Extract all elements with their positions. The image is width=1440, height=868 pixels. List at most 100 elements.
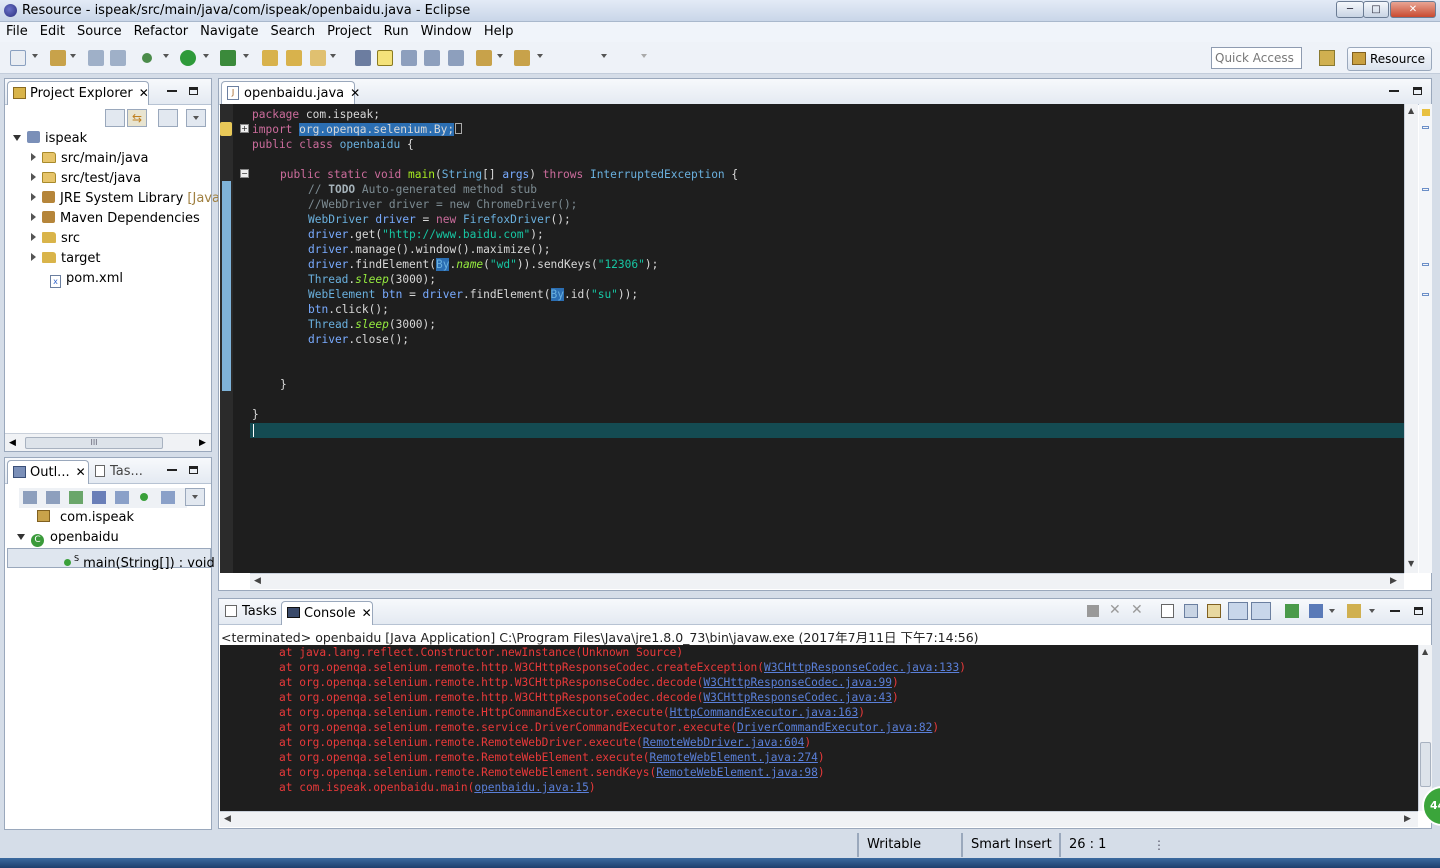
collapse-all-icon[interactable] (105, 109, 125, 127)
view-menu-icon[interactable] (185, 488, 205, 506)
search-dropdown-icon[interactable] (330, 54, 336, 58)
close-icon[interactable]: ✕ (139, 86, 149, 100)
expanded-icon[interactable] (13, 135, 21, 141)
expanded-icon[interactable] (17, 534, 25, 540)
tree-item-project[interactable]: ispeak (13, 129, 87, 149)
stack-trace-link[interactable]: openbaidu.java:15 (474, 781, 589, 794)
scroll-down-icon[interactable]: ▼ (1408, 559, 1414, 568)
occurrence-marker[interactable] (1422, 126, 1429, 129)
scroll-lock-icon[interactable] (1184, 604, 1198, 618)
next-annotation-dropdown-icon[interactable] (497, 54, 503, 58)
new-project-dropdown-icon[interactable] (70, 54, 76, 58)
show-whitespace-icon[interactable] (424, 50, 440, 66)
occurrence-marker[interactable] (1422, 188, 1429, 191)
outline-item-package[interactable]: com.ispeak (37, 508, 134, 528)
open-console-icon[interactable] (1347, 604, 1361, 618)
scroll-left-icon[interactable]: ◀ (254, 576, 261, 586)
console-hscrollbar[interactable]: ◀ ▶ (220, 811, 1418, 827)
minimize-button[interactable]: ─ (1336, 1, 1364, 18)
collapse-all-icon[interactable] (23, 491, 37, 504)
minimize-icon[interactable] (1390, 610, 1400, 612)
save-all-icon[interactable] (110, 50, 126, 66)
view-menu-icon[interactable] (186, 109, 206, 127)
tab-console[interactable]: Console ✕ (281, 601, 373, 625)
tree-item-src-test-java[interactable]: src/test/java (31, 169, 141, 189)
remove-launch-icon[interactable]: ✕ (1109, 602, 1121, 618)
link-with-editor-icon[interactable]: ⇆ (127, 109, 147, 127)
stack-trace-link[interactable]: W3CHttpResponseCodec.java:133 (764, 661, 959, 674)
maximize-icon[interactable] (189, 87, 198, 95)
scroll-right-icon[interactable]: ▶ (1390, 576, 1397, 586)
new-dropdown-icon[interactable] (32, 54, 38, 58)
mark-occurrences-icon[interactable] (377, 50, 393, 66)
editor-vscrollbar[interactable]: ▲ ▼ (1404, 104, 1418, 573)
scroll-up-icon[interactable]: ▲ (1422, 647, 1428, 656)
warning-lightbulb-icon[interactable] (220, 122, 232, 136)
prev-annotation-icon[interactable] (514, 50, 530, 66)
collapse-fold-icon[interactable]: − (240, 169, 249, 178)
debug-icon[interactable] (142, 53, 152, 63)
scroll-thumb[interactable] (1420, 742, 1431, 787)
close-icon[interactable]: ✕ (76, 465, 86, 479)
occurrence-marker[interactable] (1422, 263, 1429, 266)
scroll-left-icon[interactable]: ◀ (9, 438, 16, 448)
collapsed-icon[interactable] (31, 253, 36, 261)
forward-dropdown-icon[interactable] (641, 54, 647, 58)
menu-file[interactable]: File (0, 22, 34, 42)
resource-perspective-button[interactable]: Resource (1347, 47, 1432, 71)
tree-item-jre-library[interactable]: JRE System Library [Java (31, 189, 220, 209)
stack-trace-link[interactable]: DriverCommandExecutor.java:82 (737, 721, 932, 734)
next-annotation-icon[interactable] (476, 50, 492, 66)
remove-all-launches-icon[interactable]: ✕ (1131, 602, 1143, 618)
close-icon[interactable]: ✕ (362, 606, 372, 620)
outline-item-class[interactable]: Copenbaidu (17, 528, 119, 548)
hide-static-icon[interactable] (92, 491, 106, 504)
collapsed-icon[interactable] (31, 193, 36, 201)
open-perspective-icon[interactable] (1319, 50, 1335, 66)
occurrence-marker[interactable] (1422, 293, 1429, 296)
editor-hscrollbar[interactable]: ◀ ▶ (250, 573, 1404, 589)
pin-console-icon[interactable] (1285, 604, 1299, 618)
scroll-left-icon[interactable]: ◀ (224, 814, 231, 824)
menu-navigate[interactable]: Navigate (194, 22, 264, 42)
tree-item-target[interactable]: target (31, 249, 101, 269)
menu-run[interactable]: Run (378, 22, 415, 42)
outline-item-method-selected[interactable]: Smain(String[]) : void (7, 548, 215, 571)
scroll-thumb[interactable]: III (25, 437, 163, 449)
scroll-right-icon[interactable]: ▶ (1404, 814, 1411, 824)
new-project-icon[interactable] (50, 50, 66, 66)
hide-fields-icon[interactable] (69, 491, 83, 504)
expand-fold-icon[interactable]: + (240, 124, 249, 133)
run-dropdown-icon[interactable] (203, 54, 209, 58)
stack-trace-link[interactable]: W3CHttpResponseCodec.java:99 (703, 676, 892, 689)
console-vscrollbar[interactable]: ▲ (1418, 645, 1432, 811)
menu-edit[interactable]: Edit (34, 22, 71, 42)
back-dropdown-icon[interactable] (601, 54, 607, 58)
display-console-dropdown-icon[interactable] (1329, 609, 1335, 613)
tree-item-src-main-java[interactable]: src/main/java (31, 149, 148, 169)
stack-trace-link[interactable]: HttpCommandExecutor.java:163 (670, 706, 859, 719)
minimize-icon[interactable] (1389, 90, 1399, 92)
maximize-icon[interactable] (1413, 87, 1422, 95)
debug-dropdown-icon[interactable] (163, 54, 169, 58)
tree-item-pom[interactable]: x pom.xml (50, 269, 123, 289)
maximize-button[interactable]: □ (1363, 1, 1389, 18)
search-tool-icon[interactable] (310, 50, 326, 66)
tab-tasks[interactable]: Tasks (225, 604, 277, 619)
minimize-icon[interactable] (167, 469, 177, 471)
tab-tasks-mini[interactable]: Tas... (95, 464, 143, 479)
stack-trace-link[interactable]: W3CHttpResponseCodec.java:43 (703, 691, 892, 704)
pilcrow-icon[interactable] (448, 50, 464, 66)
show-on-stderr-icon[interactable] (1251, 602, 1271, 620)
maximize-icon[interactable] (1414, 607, 1423, 615)
close-button[interactable]: ✕ (1390, 1, 1436, 18)
tab-project-explorer[interactable]: Project Explorer ✕ (7, 81, 149, 105)
menu-project[interactable]: Project (321, 22, 377, 42)
block-selection-icon[interactable] (401, 50, 417, 66)
run-icon[interactable] (180, 50, 196, 66)
tree-item-src[interactable]: src (31, 229, 80, 249)
save-icon[interactable] (88, 50, 104, 66)
maximize-icon[interactable] (189, 466, 198, 474)
sort-icon[interactable] (46, 491, 60, 504)
collapsed-icon[interactable] (31, 173, 36, 181)
